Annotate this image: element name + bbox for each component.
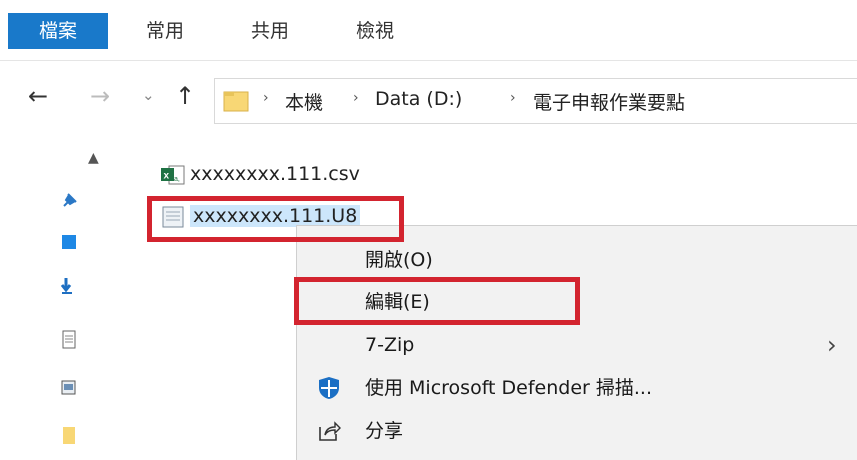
scroll-up-icon[interactable]: ▲ [88,150,99,166]
ribbon: 檔案 常用 共用 檢視 [0,0,857,61]
tab-home[interactable]: 常用 [135,13,195,49]
downloads-icon[interactable] [60,276,80,296]
context-menu: 開啟(O) 編輯(E) 7-Zip › 使用 Microsoft Defende… [296,225,857,460]
breadcrumb-data-drive[interactable]: Data (D:) [375,88,462,110]
breadcrumb-separator[interactable]: › [510,90,516,106]
file-name: xxxxxxxx.111.csv [190,163,360,185]
menu-item-label: 分享 [365,420,404,442]
navigation-pane: ▲ [0,140,115,459]
breadcrumb-separator[interactable]: › [263,90,269,106]
menu-item-defender-scan[interactable]: 使用 Microsoft Defender 掃描... [297,366,857,410]
list-item[interactable]: x a, xxxxxxxx.111.csv [160,160,360,188]
folder-icon[interactable] [60,425,80,445]
tab-file[interactable]: 檔案 [8,13,108,49]
recent-locations-chevron-icon[interactable]: ⌄ [142,86,155,104]
excel-csv-icon: x a, [161,165,185,184]
breadcrumb-this-pc[interactable]: 本機 [285,88,323,115]
documents-icon[interactable] [60,330,80,350]
back-arrow-icon[interactable]: ← [28,82,48,110]
navigation-bar: ← → ⌄ ↑ › 本機 › Data (D:) › 電子申報作業要點 [0,60,857,140]
forward-arrow-icon[interactable]: → [90,82,110,110]
desktop-icon[interactable] [60,232,80,252]
menu-item-label: 開啟(O) [365,249,433,271]
svg-text:a,: a, [174,176,180,183]
breadcrumb-separator[interactable]: › [353,90,359,106]
highlight-box [147,196,404,242]
tab-view[interactable]: 檢視 [345,13,405,49]
folder-icon [223,91,249,112]
submenu-chevron-icon: › [827,331,837,359]
tab-share[interactable]: 共用 [240,13,300,49]
defender-shield-icon [319,377,339,399]
menu-item-share[interactable]: 分享 [297,409,857,453]
breadcrumb-folder[interactable]: 電子申報作業要點 [533,88,685,115]
share-icon [319,421,341,441]
menu-item-label: 7-Zip [365,334,415,356]
address-bar[interactable]: › 本機 › Data (D:) › 電子申報作業要點 [214,78,857,124]
svg-text:x: x [164,170,170,181]
up-arrow-icon[interactable]: ↑ [175,82,195,110]
menu-item-7zip[interactable]: 7-Zip › [297,323,857,367]
menu-item-open[interactable]: 開啟(O) [297,238,857,282]
highlight-box [294,277,580,325]
quick-access-pin-icon[interactable] [60,190,80,210]
pictures-icon[interactable] [60,378,80,398]
menu-item-label: 使用 Microsoft Defender 掃描... [365,377,653,399]
